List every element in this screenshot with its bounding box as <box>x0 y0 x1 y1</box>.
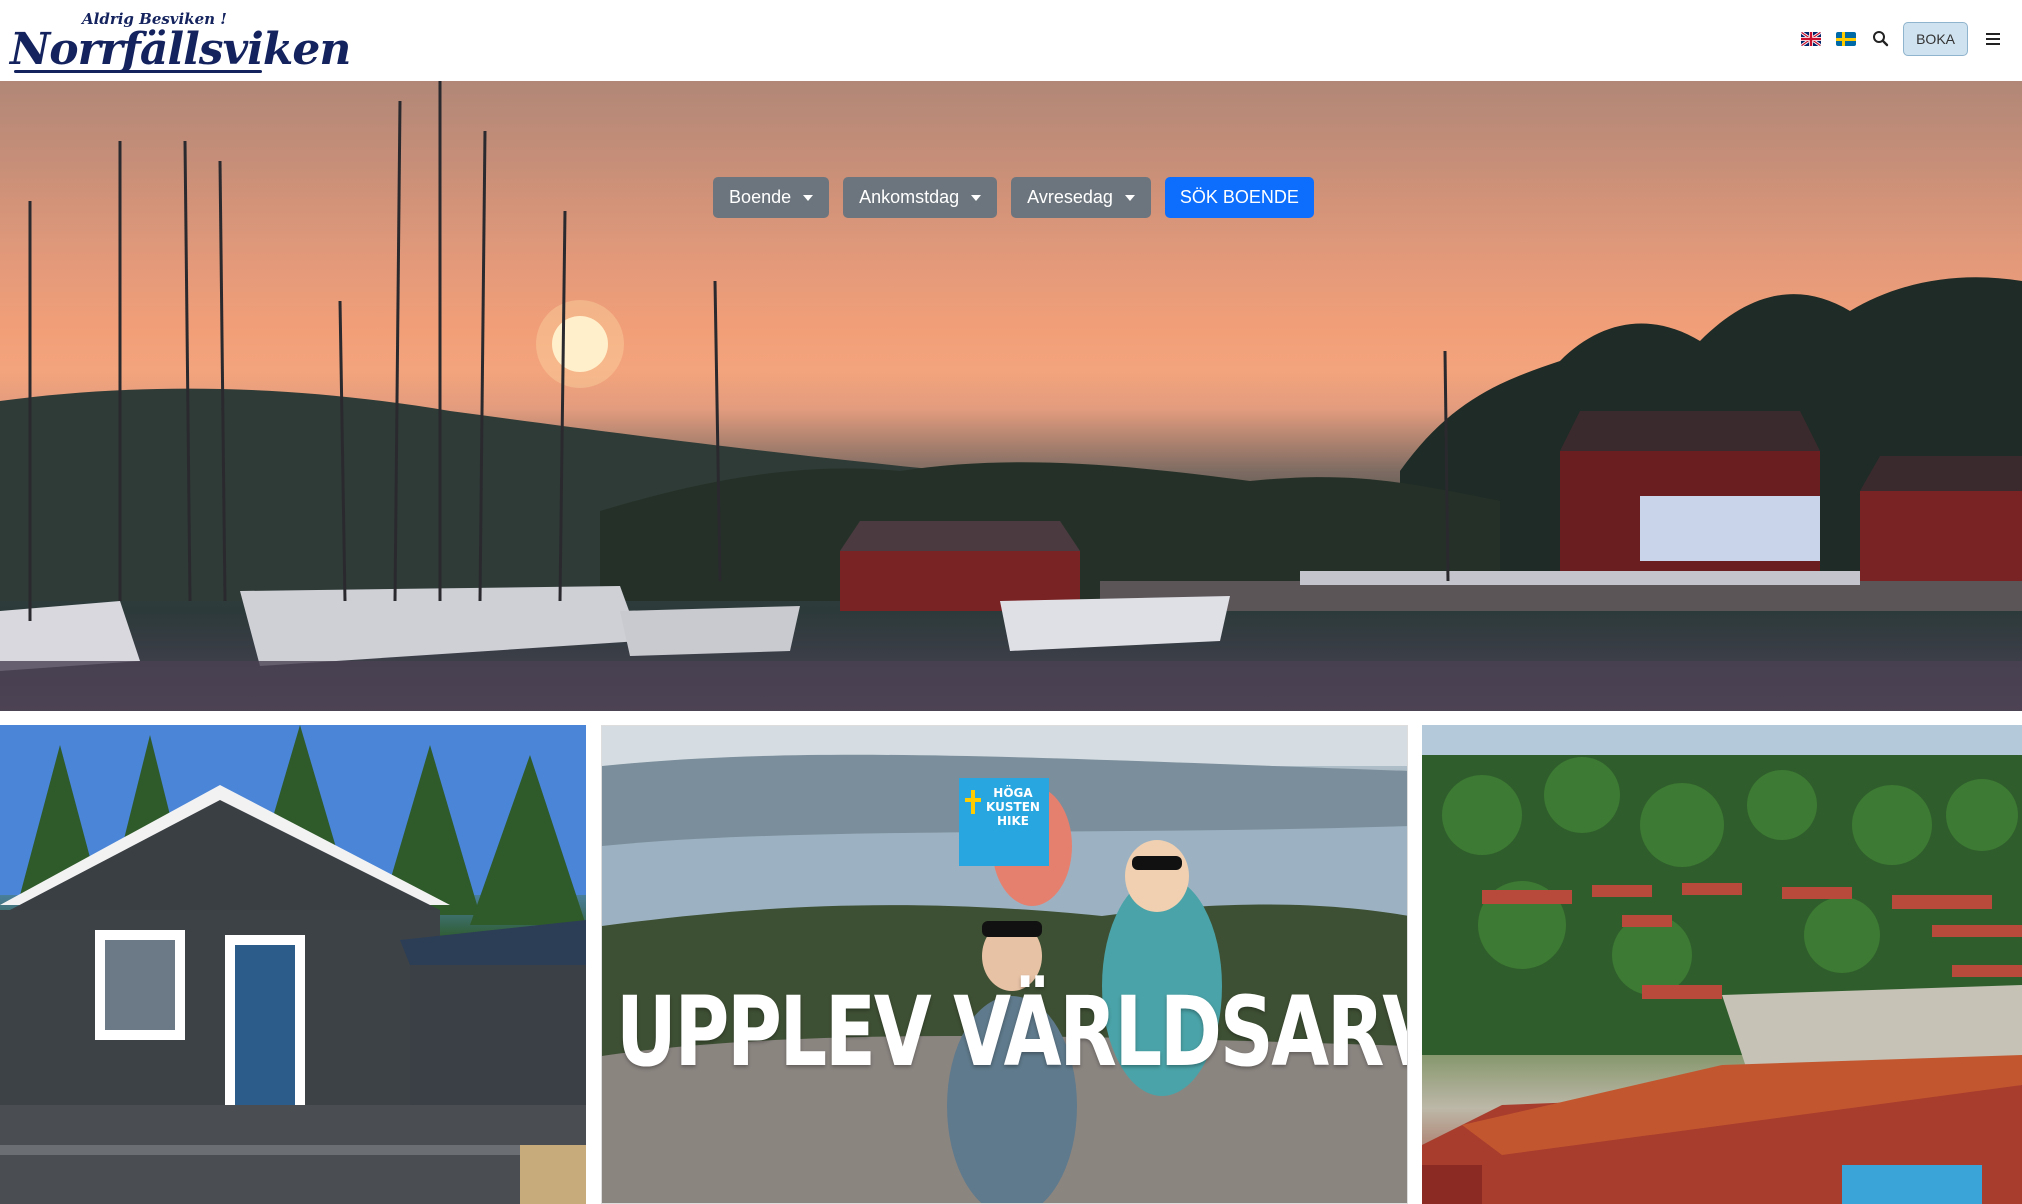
search-icon[interactable] <box>1871 29 1891 49</box>
logo-underline <box>14 70 262 73</box>
card-resort-aerial[interactable] <box>1422 725 2022 1204</box>
accommodation-search-bar: Boende Ankomstdag Avresedag SÖK BOENDE <box>0 177 2022 218</box>
chevron-down-icon <box>971 194 982 201</box>
resort-aerial-image <box>1422 725 2022 1204</box>
card-upplev-varldsarvet[interactable]: HÖGA KUSTEN HIKE UPPLEV VÄRLDSARVET <box>601 725 1408 1204</box>
card-cabin[interactable] <box>0 725 586 1204</box>
card-headline: UPPLEV VÄRLDSARVET <box>616 976 1407 1088</box>
chevron-down-icon <box>803 194 814 201</box>
hero-landscape <box>0 81 2022 711</box>
site-header: Aldrig Besviken ! Norrfällsviken BOKA <box>0 0 2022 81</box>
hero-image: Boende Ankomstdag Avresedag SÖK BOENDE <box>0 81 2022 711</box>
ankomstdag-label: Ankomstdag <box>859 187 960 207</box>
hamburger-menu-icon[interactable] <box>1986 33 2000 45</box>
badge-line-1: HÖGA <box>993 786 1033 800</box>
logo-name: Norrfällsviken <box>10 24 351 75</box>
hoga-kusten-hike-badge: HÖGA KUSTEN HIKE <box>959 778 1049 866</box>
cabin-image <box>0 725 586 1204</box>
sok-boende-button[interactable]: SÖK BOENDE <box>1164 177 1314 218</box>
flag-se-icon[interactable] <box>1836 32 1857 46</box>
chevron-down-icon <box>1124 194 1135 201</box>
ankomstdag-dropdown[interactable]: Ankomstdag <box>843 177 998 218</box>
boende-dropdown[interactable]: Boende <box>713 177 830 218</box>
site-logo[interactable]: Aldrig Besviken ! Norrfällsviken <box>10 10 351 76</box>
flag-uk-icon[interactable] <box>1801 32 1822 46</box>
header-tools: BOKA <box>1801 22 2000 56</box>
boende-label: Boende <box>729 187 792 207</box>
badge-line-2: KUSTEN <box>986 800 1040 814</box>
avresedag-dropdown[interactable]: Avresedag <box>1011 177 1151 218</box>
boka-button[interactable]: BOKA <box>1903 22 1968 56</box>
avresedag-label: Avresedag <box>1027 187 1113 207</box>
badge-line-3: HIKE <box>996 814 1029 828</box>
